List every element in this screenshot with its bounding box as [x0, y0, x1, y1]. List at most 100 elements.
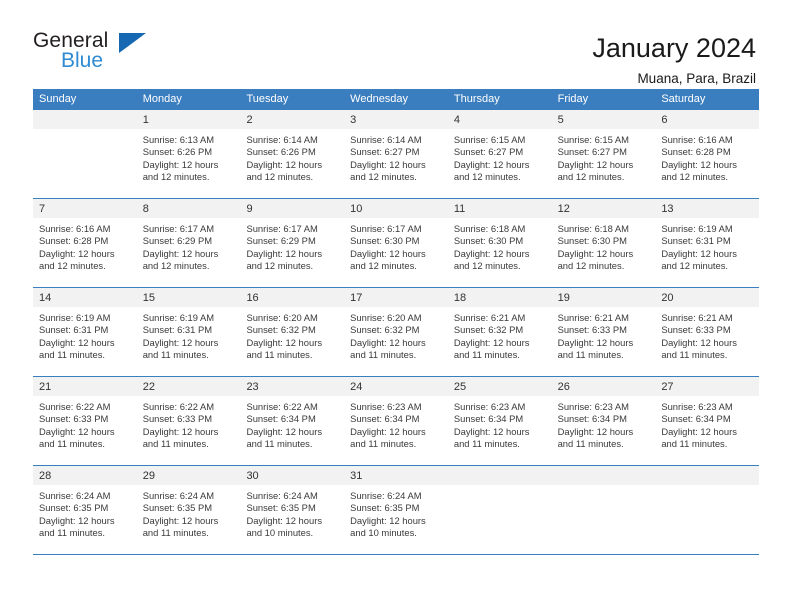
day-sun-info: Sunrise: 6:23 AM Sunset: 6:34 PM Daylight:…	[655, 396, 759, 451]
day-number: 10	[344, 199, 448, 218]
daylight-text-line2: and 11 minutes.	[557, 349, 624, 361]
sunset-text: Sunset: 6:31 PM	[142, 324, 213, 336]
daylight-text-line2: and 11 minutes.	[350, 349, 417, 361]
calendar-day-cell[interactable]: 16 Sunrise: 6:20 AM Sunset: 6:32 PM Dayligh…	[240, 288, 345, 376]
daylight-text-line1: Daylight: 12 hours	[39, 247, 115, 259]
calendar-day-cell[interactable]: 31 Sunrise: 6:24 AM Sunset: 6:35 PM Dayligh…	[344, 466, 448, 554]
calendar-day-cell[interactable]: 8 Sunrise: 6:17 AM Sunset: 6:29 PM Daylight…	[136, 199, 241, 287]
sunrise-text: Sunrise: 6:18 AM	[453, 223, 526, 234]
sunset-text: Sunset: 6:32 PM	[246, 324, 316, 336]
daylight-text-line2: and 12 minutes.	[453, 260, 521, 272]
calendar-day-cell[interactable]: 6 Sunrise: 6:16 AM Sunset: 6:28 PM Daylight…	[655, 110, 760, 198]
calendar-day-cell[interactable]: 10 Sunrise: 6:17 AM Sunset: 6:30 PM Dayligh…	[344, 199, 448, 287]
sunrise-text: Sunrise: 6:19 AM	[142, 312, 215, 323]
weekday-sunday: Sunday	[39, 93, 77, 105]
sunrise-text: Sunrise: 6:21 AM	[557, 312, 629, 323]
daylight-text-line2: and 11 minutes.	[142, 349, 209, 361]
daylight-text-line1: Daylight: 12 hours	[39, 425, 115, 437]
sunset-text: Sunset: 6:28 PM	[39, 235, 109, 247]
calendar-day-cell[interactable]: 2 Sunrise: 6:14 AM Sunset: 6:26 PM Daylight…	[240, 110, 345, 198]
sunset-text: Sunset: 6:34 PM	[661, 413, 731, 425]
calendar-day-cell[interactable]: 12 Sunrise: 6:18 AM Sunset: 6:30 PM Dayligh…	[551, 199, 656, 287]
sunset-text: Sunset: 6:30 PM	[557, 235, 627, 247]
daylight-text-line1: Daylight: 12 hours	[246, 247, 323, 259]
day-sun-info: Sunrise: 6:15 AM Sunset: 6:27 PM Daylight:…	[448, 129, 552, 184]
calendar-day-cell[interactable]: 5 Sunrise: 6:15 AM Sunset: 6:27 PM Daylight…	[551, 110, 656, 198]
calendar-day-cell-empty	[447, 466, 552, 554]
daylight-text-line2: and 11 minutes.	[557, 438, 624, 450]
day-number	[551, 466, 656, 485]
page-title: January 2024	[592, 33, 756, 63]
sunrise-text: Sunrise: 6:20 AM	[350, 312, 422, 323]
weekday-saturday: Saturday	[661, 93, 706, 105]
day-sun-info: Sunrise: 6:21 AM Sunset: 6:33 PM Daylight:…	[552, 307, 656, 362]
day-sun-info: Sunrise: 6:23 AM Sunset: 6:34 PM Daylight:…	[344, 396, 448, 451]
sunrise-text: Sunrise: 6:18 AM	[557, 223, 629, 234]
calendar-day-cell[interactable]: 20 Sunrise: 6:21 AM Sunset: 6:33 PM Dayligh…	[655, 288, 760, 376]
calendar-day-cell[interactable]: 27 Sunrise: 6:23 AM Sunset: 6:34 PM Dayligh…	[655, 377, 760, 465]
daylight-text-line1: Daylight: 12 hours	[350, 336, 426, 348]
calendar-day-cell[interactable]: 29 Sunrise: 6:24 AM Sunset: 6:35 PM Dayligh…	[136, 466, 241, 554]
calendar-day-cell[interactable]: 7 Sunrise: 6:16 AM Sunset: 6:28 PM Daylight…	[33, 199, 137, 287]
day-number: 1	[136, 110, 241, 129]
daylight-text-line2: and 12 minutes.	[453, 171, 521, 183]
day-sun-info: Sunrise: 6:19 AM Sunset: 6:31 PM Daylight:…	[33, 307, 137, 362]
calendar-day-cell[interactable]: 23 Sunrise: 6:22 AM Sunset: 6:34 PM Dayligh…	[240, 377, 345, 465]
calendar-week-row: 14 Sunrise: 6:19 AM Sunset: 6:31 PM Dayligh…	[33, 288, 760, 377]
daylight-text-line1: Daylight: 12 hours	[350, 514, 426, 526]
daylight-text-line1: Daylight: 12 hours	[661, 158, 737, 170]
calendar-day-cell[interactable]: 28 Sunrise: 6:24 AM Sunset: 6:35 PM Dayligh…	[33, 466, 137, 554]
sunset-text: Sunset: 6:29 PM	[142, 235, 213, 247]
day-sun-info: Sunrise: 6:21 AM Sunset: 6:33 PM Daylight:…	[655, 307, 759, 362]
calendar-day-cell[interactable]: 17 Sunrise: 6:20 AM Sunset: 6:32 PM Dayligh…	[344, 288, 448, 376]
daylight-text-line2: and 11 minutes.	[246, 349, 313, 361]
day-number: 24	[344, 377, 448, 396]
calendar-day-cell[interactable]: 24 Sunrise: 6:23 AM Sunset: 6:34 PM Dayligh…	[344, 377, 448, 465]
day-number: 19	[551, 288, 656, 307]
daylight-text-line2: and 11 minutes.	[142, 438, 209, 450]
calendar-day-cell[interactable]: 22 Sunrise: 6:22 AM Sunset: 6:33 PM Dayligh…	[136, 377, 241, 465]
page-header: General Blue January 2024 Muana, Para, B…	[0, 0, 792, 87]
daylight-text-line2: and 10 minutes.	[246, 527, 314, 539]
calendar-day-cell[interactable]: 13 Sunrise: 6:19 AM Sunset: 6:31 PM Dayligh…	[655, 199, 760, 287]
sunrise-text: Sunrise: 6:24 AM	[246, 490, 318, 501]
daylight-text-line2: and 11 minutes.	[39, 349, 106, 361]
calendar-day-cell[interactable]: 25 Sunrise: 6:23 AM Sunset: 6:34 PM Dayligh…	[447, 377, 552, 465]
calendar-day-cell-empty	[655, 466, 760, 554]
sunrise-text: Sunrise: 6:24 AM	[39, 490, 111, 501]
day-sun-info: Sunrise: 6:17 AM Sunset: 6:29 PM Daylight:…	[137, 218, 241, 273]
calendar-day-cell[interactable]: 9 Sunrise: 6:17 AM Sunset: 6:29 PM Daylight…	[240, 199, 345, 287]
calendar-weeks: 1 Sunrise: 6:13 AM Sunset: 6:26 PM Daylight…	[33, 110, 760, 555]
calendar-day-cell[interactable]: 4 Sunrise: 6:15 AM Sunset: 6:27 PM Daylight…	[447, 110, 552, 198]
sunset-text: Sunset: 6:31 PM	[661, 235, 731, 247]
calendar-day-cell[interactable]: 1 Sunrise: 6:13 AM Sunset: 6:26 PM Daylight…	[136, 110, 241, 198]
calendar-day-cell[interactable]: 11 Sunrise: 6:18 AM Sunset: 6:30 PM Dayligh…	[447, 199, 552, 287]
weekday-header-row: Sunday Monday Tuesday Wednesday Thursday…	[33, 89, 759, 110]
calendar-day-cell[interactable]: 19 Sunrise: 6:21 AM Sunset: 6:33 PM Dayligh…	[551, 288, 656, 376]
calendar-day-cell[interactable]: 21 Sunrise: 6:22 AM Sunset: 6:33 PM Dayligh…	[33, 377, 137, 465]
daylight-text-line2: and 11 minutes.	[453, 438, 520, 450]
day-number: 23	[240, 377, 345, 396]
calendar-page: General Blue January 2024 Muana, Para, B…	[0, 0, 792, 612]
sunset-text: Sunset: 6:30 PM	[453, 235, 524, 247]
day-sun-info: Sunrise: 6:14 AM Sunset: 6:26 PM Daylight:…	[240, 129, 344, 184]
calendar-week-row: 7 Sunrise: 6:16 AM Sunset: 6:28 PM Daylight…	[33, 199, 760, 288]
calendar-day-cell[interactable]: 14 Sunrise: 6:19 AM Sunset: 6:31 PM Dayligh…	[33, 288, 137, 376]
daylight-text-line2: and 11 minutes.	[453, 349, 520, 361]
day-sun-info: Sunrise: 6:14 AM Sunset: 6:27 PM Daylight:…	[344, 129, 448, 184]
daylight-text-line2: and 10 minutes.	[350, 527, 417, 539]
sunset-text: Sunset: 6:33 PM	[661, 324, 731, 336]
sunset-text: Sunset: 6:35 PM	[39, 502, 109, 514]
calendar-day-cell[interactable]: 18 Sunrise: 6:21 AM Sunset: 6:32 PM Dayligh…	[447, 288, 552, 376]
sunrise-text: Sunrise: 6:21 AM	[661, 312, 733, 323]
calendar-day-cell[interactable]: 3 Sunrise: 6:14 AM Sunset: 6:27 PM Daylight…	[344, 110, 448, 198]
sunrise-text: Sunrise: 6:22 AM	[39, 401, 111, 412]
day-number: 12	[551, 199, 656, 218]
calendar-day-cell[interactable]: 30 Sunrise: 6:24 AM Sunset: 6:35 PM Dayligh…	[240, 466, 345, 554]
day-sun-info: Sunrise: 6:19 AM Sunset: 6:31 PM Daylight:…	[655, 218, 759, 273]
calendar-day-cell[interactable]: 26 Sunrise: 6:23 AM Sunset: 6:34 PM Dayligh…	[551, 377, 656, 465]
calendar-day-cell[interactable]: 15 Sunrise: 6:19 AM Sunset: 6:31 PM Dayligh…	[136, 288, 241, 376]
day-number: 4	[447, 110, 552, 129]
daylight-text-line2: and 11 minutes.	[661, 349, 728, 361]
sunrise-text: Sunrise: 6:21 AM	[453, 312, 526, 323]
